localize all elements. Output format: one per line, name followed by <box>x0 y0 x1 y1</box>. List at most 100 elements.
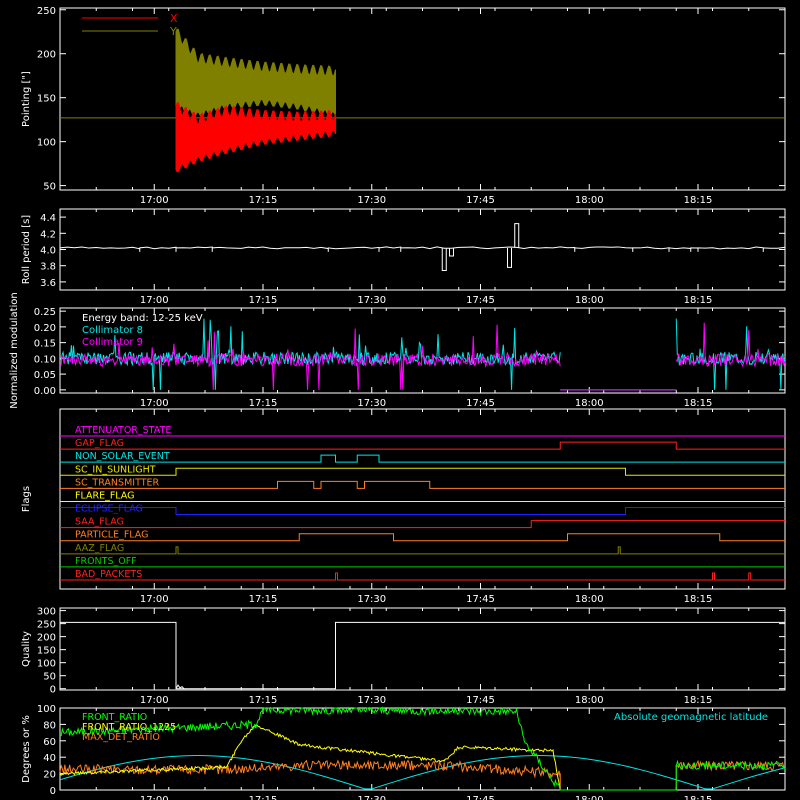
flag-line-6 <box>60 507 785 516</box>
flag-label-1: GAP_FLAG <box>75 438 124 449</box>
panel-4: 17:00 17:15 17:30 17:45 18:00 18:15 0 50 100 150 2… <box>21 607 786 706</box>
flag-label-10: FRONTS_OFF <box>75 556 137 567</box>
x-tick-label: 17:00 <box>140 195 169 206</box>
x-tick-label: 17:00 <box>140 594 169 605</box>
x-tick-label: 17:30 <box>357 695 386 706</box>
flag-label-4: SC_TRANSMITTER <box>75 477 160 488</box>
x-tick-label: 17:15 <box>249 795 278 800</box>
y-tick-label: 0.05 <box>34 370 56 381</box>
flag-label-7: SAA_FLAG <box>75 517 124 528</box>
x-tick-label: 18:00 <box>575 195 604 206</box>
x-tick-label: 18:15 <box>684 695 713 706</box>
flag-label-9: AAZ_FLAG <box>75 543 124 554</box>
y-tick-label: 150 <box>37 646 56 657</box>
panel-3: 17:00 17:15 17:30 17:45 18:00 18:15 Flags ATTEN… <box>21 408 786 605</box>
y-tick-label: 0.10 <box>34 354 56 365</box>
roll-spike <box>449 247 454 257</box>
roll-spike <box>441 247 447 272</box>
y-tick-label: 100 <box>37 138 56 149</box>
y-tick-label: 20 <box>43 770 56 781</box>
plot-canvas: 17:00 17:15 17:30 17:45 18:00 18:15 50 100 150 20… <box>9 6 786 800</box>
x-tick-label: 17:00 <box>140 795 169 800</box>
legend-label-ratio-2: MAX_DET_RATIO <box>82 732 160 743</box>
x-tick-label: 17:30 <box>357 795 386 800</box>
x-tick-label: 17:30 <box>357 195 386 206</box>
y-tick-label: 3.8 <box>40 262 56 273</box>
right-annotation: Absolute geomagnetic latitude <box>614 712 768 723</box>
x-tick-label: 17:45 <box>466 795 495 800</box>
legend-label-collimator-1: Collimator 9 <box>82 337 143 348</box>
x-tick-label: 17:45 <box>466 195 495 206</box>
x-tick-label: 17:00 <box>140 398 169 409</box>
x-tick-label: 17:15 <box>249 398 278 409</box>
x-tick-label: 17:45 <box>466 594 495 605</box>
y-tick-label: 50 <box>43 182 56 193</box>
y-axis-label: Roll period [s] <box>21 215 32 284</box>
y-tick-label: 200 <box>37 50 56 61</box>
y-tick-label: 3.6 <box>40 278 56 289</box>
flag-line-9 <box>60 546 785 555</box>
flag-line-11 <box>60 572 785 581</box>
y-tick-label: 0.25 <box>34 307 56 318</box>
x-tick-label: 18:00 <box>575 594 604 605</box>
panel-5: 17:00 17:15 17:30 17:45 18:00 18:15 0 20 40 60 80 1… <box>21 704 786 800</box>
panel-2: 17:00 17:15 17:30 17:45 18:00 18:15 0.00 0.05 0.… <box>9 292 786 409</box>
flag-label-2: NON_SOLAR_EVENT <box>75 451 170 462</box>
y-axis-label: Flags <box>21 486 32 512</box>
flag-line-4 <box>60 480 785 489</box>
x-tick-label: 17:30 <box>357 398 386 409</box>
x-tick-label: 17:45 <box>466 695 495 706</box>
x-tick-label: 17:15 <box>249 195 278 206</box>
flag-label-0: ATTENUATOR_STATE <box>75 425 171 436</box>
x-tick-label: 17:45 <box>466 295 495 306</box>
y-tick-label: 0 <box>50 786 56 797</box>
flag-label-8: PARTICLE_FLAG <box>75 530 148 541</box>
x-tick-label: 18:00 <box>575 398 604 409</box>
y-tick-label: 250 <box>37 6 56 17</box>
x-tick-label: 17:30 <box>357 594 386 605</box>
y-tick-label: 250 <box>37 620 56 631</box>
legend-label-X: X <box>170 12 178 25</box>
y-axis-label: Degrees or % <box>21 715 32 783</box>
x-tick-label: 18:00 <box>575 295 604 306</box>
flag-line-8 <box>60 533 785 542</box>
x-tick-label: 18:15 <box>684 398 713 409</box>
series-band-Y <box>175 28 336 118</box>
y-tick-label: 50 <box>43 672 56 683</box>
x-tick-label: 17:00 <box>140 295 169 306</box>
roll-period-line <box>59 246 786 252</box>
x-tick-label: 18:00 <box>575 795 604 800</box>
y-tick-label: 0.20 <box>34 323 56 334</box>
y-tick-label: 40 <box>43 753 56 764</box>
lightcurve-figure: 17:00 17:15 17:30 17:45 18:00 18:15 50 100 150 20… <box>0 0 800 800</box>
energy-band-annotation: Energy band: 12-25 keV <box>82 313 203 324</box>
y-axis-label: Normalized modulation <box>9 292 20 409</box>
flag-label-6: ECLIPSE_FLAG <box>75 504 143 515</box>
roll-spike <box>507 247 512 268</box>
panel-1: 17:00 17:15 17:30 17:45 18:00 18:15 3.6 3.8 4.0 4… <box>21 208 786 306</box>
panel-frame <box>59 208 786 291</box>
flag-line-1 <box>60 441 785 450</box>
legend-label-collimator-0: Collimator 8 <box>82 325 143 336</box>
flag-label-3: SC_IN_SUNLIGHT <box>75 464 156 475</box>
quality-noise <box>175 684 185 690</box>
panel-0: 17:00 17:15 17:30 17:45 18:00 18:15 50 100 150 20… <box>21 6 786 206</box>
y-tick-label: 0.00 <box>34 386 56 397</box>
x-tick-label: 18:00 <box>575 695 604 706</box>
x-tick-label: 17:45 <box>466 398 495 409</box>
y-tick-label: 0.15 <box>34 339 56 350</box>
panel-frame <box>59 7 786 191</box>
y-axis-label: Quality <box>21 631 32 667</box>
roll-spike <box>514 223 520 248</box>
x-tick-label: 17:30 <box>357 295 386 306</box>
y-tick-label: 300 <box>37 607 56 618</box>
flag-line-3 <box>60 467 785 476</box>
y-tick-label: 150 <box>37 94 56 105</box>
x-tick-label: 17:15 <box>249 295 278 306</box>
panel-frame <box>59 607 786 691</box>
flag-label-11: BAD_PACKETS <box>75 569 142 580</box>
legend-label-Y: Y <box>169 25 177 38</box>
y-tick-label: 80 <box>43 720 56 731</box>
y-tick-label: 4.2 <box>40 229 56 240</box>
y-tick-label: 60 <box>43 737 56 748</box>
